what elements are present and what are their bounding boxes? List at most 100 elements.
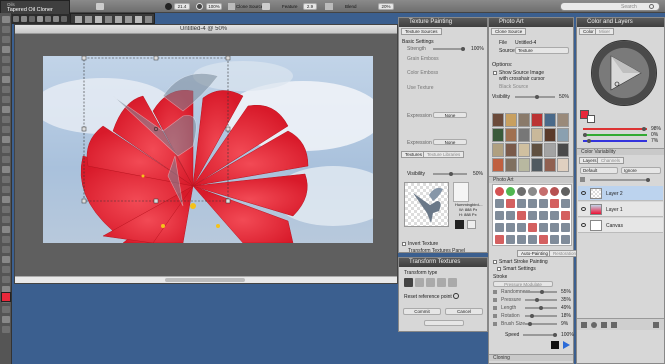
tool-icon[interactable] xyxy=(2,276,10,283)
size-field[interactable]: 21.4 xyxy=(174,3,190,10)
brush-icon[interactable] xyxy=(145,16,152,23)
photo-art-brush[interactable] xyxy=(561,199,570,208)
clone-source-tile[interactable] xyxy=(557,113,569,127)
tool-icon[interactable] xyxy=(2,106,10,113)
layer-row[interactable]: Canvas xyxy=(578,218,663,233)
clone-source-tile[interactable] xyxy=(492,143,504,157)
clone-source-tile[interactable] xyxy=(544,113,556,127)
clone-source-tile[interactable] xyxy=(505,128,517,142)
tool-icon[interactable] xyxy=(2,146,10,153)
rotate-icon[interactable] xyxy=(426,278,435,287)
photo-art-brush[interactable] xyxy=(528,211,537,220)
new-layer-icon[interactable] xyxy=(581,322,587,328)
clone-source-tile[interactable] xyxy=(505,143,517,157)
layer-row[interactable]: Layer 1 xyxy=(578,202,663,217)
photo-art-brush[interactable] xyxy=(528,187,537,196)
rgb-slider[interactable] xyxy=(583,127,647,131)
clone-source-tile[interactable] xyxy=(518,128,530,142)
brush-icon[interactable] xyxy=(115,16,122,23)
cloning-section[interactable]: Cloning xyxy=(489,354,573,361)
param-slider[interactable] xyxy=(525,322,557,326)
tool-icon[interactable] xyxy=(2,326,10,333)
transform-extra-button[interactable] xyxy=(424,320,464,326)
param-slider[interactable] xyxy=(525,290,557,294)
tool-icon[interactable] xyxy=(2,136,10,143)
tool-icon[interactable] xyxy=(2,306,10,313)
clone-source-tile[interactable] xyxy=(557,128,569,142)
photo-art-brush[interactable] xyxy=(561,223,570,232)
brush-icon[interactable] xyxy=(135,16,142,23)
tool-icon[interactable] xyxy=(2,56,10,63)
tool-icon[interactable] xyxy=(2,316,10,323)
photo-art-brush[interactable] xyxy=(528,235,537,244)
photo-art-brush[interactable] xyxy=(550,211,559,220)
clone-source-tile[interactable] xyxy=(505,158,517,172)
eye-icon[interactable] xyxy=(581,223,586,227)
tool-icon[interactable] xyxy=(2,206,10,213)
reset-icon[interactable] xyxy=(96,3,104,10)
photo-art-brush[interactable] xyxy=(517,235,526,244)
tab-texture-sources[interactable]: Texture Sources xyxy=(401,28,442,35)
clone-source-tile[interactable] xyxy=(518,113,530,127)
skew-icon[interactable] xyxy=(437,278,446,287)
photo-art-brush[interactable] xyxy=(528,199,537,208)
main-color-chip[interactable] xyxy=(1,292,11,302)
tool-icon[interactable] xyxy=(2,16,10,23)
blend-mode-select[interactable]: Default xyxy=(580,167,618,174)
photo-art-brush[interactable] xyxy=(506,199,515,208)
photo-art-brush[interactable] xyxy=(528,223,537,232)
scale-icon[interactable] xyxy=(415,278,424,287)
tool-icon[interactable] xyxy=(2,236,10,243)
move-icon[interactable] xyxy=(404,278,413,287)
photo-art-brush[interactable] xyxy=(495,187,504,196)
option-color-emboss[interactable]: Color Emboss xyxy=(407,70,438,76)
transform-panel-label[interactable]: Transform Textures Panel xyxy=(408,248,465,254)
param-slider[interactable] xyxy=(525,306,557,310)
photo-art-brush[interactable] xyxy=(539,223,548,232)
brush-icon[interactable] xyxy=(85,16,92,23)
photo-art-brush[interactable] xyxy=(539,211,548,220)
expression-select[interactable]: None xyxy=(433,112,467,118)
tool-icon[interactable] xyxy=(2,246,10,253)
clone-source-tile[interactable] xyxy=(518,143,530,157)
photo-art-brush[interactable] xyxy=(517,187,526,196)
eye-icon[interactable] xyxy=(581,191,586,195)
param-slider[interactable] xyxy=(525,298,557,302)
rgb-slider[interactable] xyxy=(583,139,647,143)
tab-texture-libraries[interactable]: Texture Libraries xyxy=(423,151,465,158)
play-button[interactable] xyxy=(563,341,570,349)
tool-icon[interactable] xyxy=(2,46,10,53)
tool-icon[interactable] xyxy=(2,176,10,183)
photo-art-brush[interactable] xyxy=(561,187,570,196)
photo-art-brush[interactable] xyxy=(506,223,515,232)
clone-source-tile[interactable] xyxy=(505,113,517,127)
lock-icon[interactable] xyxy=(580,177,585,182)
blend-field[interactable]: 20% xyxy=(378,3,394,10)
feature-field[interactable]: 2.9 xyxy=(303,3,317,10)
brush-icon[interactable] xyxy=(105,16,112,23)
eye-icon[interactable] xyxy=(581,207,586,211)
grain-icon[interactable] xyxy=(325,3,333,10)
clone-source-tile[interactable] xyxy=(544,158,556,172)
tool-icon[interactable] xyxy=(2,76,10,83)
clone-source-tile[interactable] xyxy=(531,113,543,127)
canvas-image[interactable] xyxy=(43,56,373,243)
clone-source-tile[interactable] xyxy=(557,158,569,172)
delete-layer-icon[interactable] xyxy=(653,322,659,328)
clone-source-dropdown[interactable] xyxy=(262,3,270,10)
smart-stroke-checkbox[interactable] xyxy=(493,260,497,264)
group-icon[interactable] xyxy=(601,322,607,328)
photo-art-brush[interactable] xyxy=(550,223,559,232)
param-slider[interactable] xyxy=(525,314,557,318)
tool-icon[interactable] xyxy=(2,186,10,193)
tool-icon[interactable] xyxy=(2,156,10,163)
clone-source-tile[interactable] xyxy=(531,158,543,172)
tab-auto-painting[interactable]: Auto-Painting xyxy=(517,250,553,257)
texture-thumbnail-small[interactable] xyxy=(453,182,469,202)
additional-color-swatch[interactable] xyxy=(587,115,595,123)
clone-source-tile[interactable] xyxy=(557,143,569,157)
tool-icon[interactable] xyxy=(2,96,10,103)
color-variability-section[interactable]: Color Variability xyxy=(577,148,664,155)
photo-art-brush[interactable] xyxy=(506,235,515,244)
brush-icon[interactable] xyxy=(75,16,82,23)
